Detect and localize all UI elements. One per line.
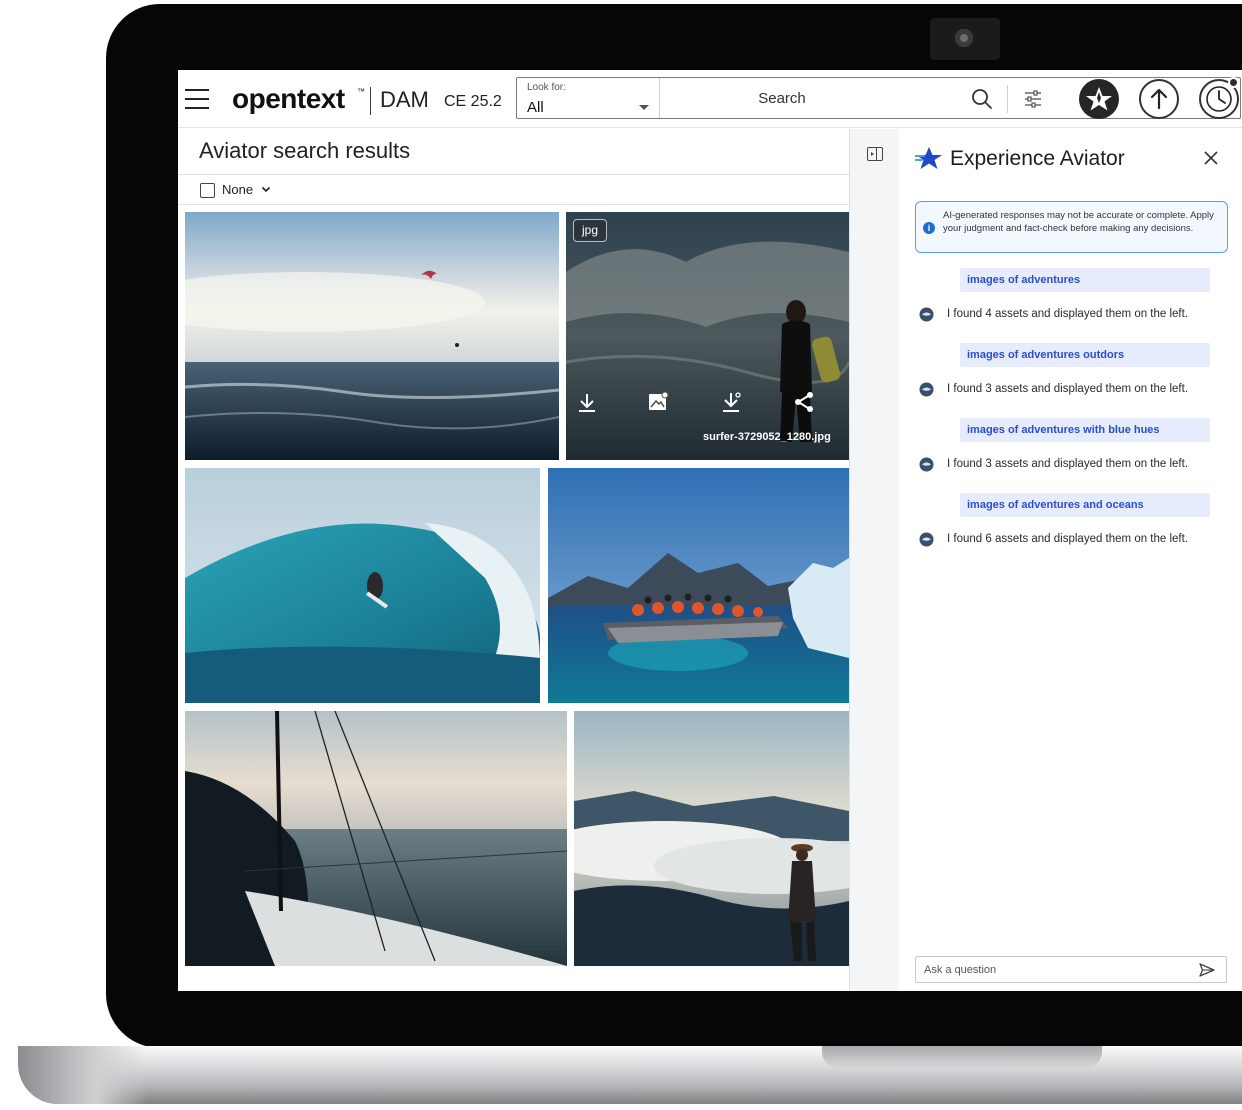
search-separator xyxy=(1007,85,1008,113)
rib-boat-photo xyxy=(548,468,849,703)
file-type-badge: jpg xyxy=(573,219,608,242)
assistant-reply-text: I found 3 assets and displayed them on t… xyxy=(947,383,1189,395)
ask-question-box xyxy=(915,956,1227,983)
look-for-label: Look for: xyxy=(527,82,566,93)
aviator-avatar-icon xyxy=(919,532,934,547)
assistant-reply-text: I found 3 assets and displayed them on t… xyxy=(947,458,1189,470)
laptop-mockup: opentext ™ DAM CE 25.2 Look for: All Sea… xyxy=(0,0,1242,1110)
ai-disclaimer-text: AI-generated responses may not be accura… xyxy=(943,210,1214,234)
asset-thumbnail-hiker-clouds[interactable] xyxy=(574,711,849,966)
aviator-button[interactable] xyxy=(1079,79,1119,119)
upload-button[interactable] xyxy=(1139,79,1179,119)
search-input[interactable] xyxy=(667,84,897,112)
ai-disclaimer: i AI-generated responses may not be accu… xyxy=(915,201,1228,253)
user-query[interactable]: images of adventures with blue hues xyxy=(960,418,1210,442)
asset-filename: surfer-3729052_1280.jpg xyxy=(703,431,831,443)
user-query[interactable]: images of adventures xyxy=(960,268,1210,292)
asset-thumbnail-rib-boat[interactable] xyxy=(548,468,849,703)
look-for-value: All xyxy=(527,99,544,116)
grid-divider xyxy=(178,204,849,205)
hover-overlay xyxy=(566,212,849,460)
hiker-clouds-photo xyxy=(574,711,849,966)
asset-thumbnail-sailboat[interactable] xyxy=(185,711,567,966)
webcam xyxy=(930,18,1000,60)
hamburger-menu-icon[interactable] xyxy=(185,89,209,109)
user-query[interactable]: images of adventures and oceans xyxy=(960,493,1210,517)
chevron-down-icon xyxy=(261,186,271,193)
collapse-panel-icon[interactable] xyxy=(867,147,883,161)
brand-separator xyxy=(370,87,371,115)
kite-surfing-photo xyxy=(185,212,559,460)
search-icon[interactable] xyxy=(969,86,995,112)
brand-trademark: ™ xyxy=(357,87,365,96)
aviator-panel: Experience Aviator i AI-generated respon… xyxy=(900,129,1242,991)
search-bar: Look for: All xyxy=(516,77,1241,119)
app-screen: opentext ™ DAM CE 25.2 Look for: All Sea… xyxy=(178,70,1242,991)
assistant-reply-text: I found 6 assets and displayed them on t… xyxy=(947,533,1189,545)
select-all-checkbox[interactable] xyxy=(200,183,215,198)
app-name: DAM xyxy=(380,87,429,112)
image-preview-icon[interactable] xyxy=(646,390,670,414)
send-icon[interactable] xyxy=(1198,962,1216,978)
wave-surfer-photo xyxy=(185,468,540,703)
info-icon: i xyxy=(923,222,935,234)
top-bar: opentext ™ DAM CE 25.2 Look for: All xyxy=(178,70,1242,128)
user-query[interactable]: images of adventures outdors xyxy=(960,343,1210,367)
look-for-dropdown[interactable]: Look for: All xyxy=(517,78,660,118)
share-icon[interactable] xyxy=(792,390,816,414)
assistant-reply-text: I found 4 assets and displayed them on t… xyxy=(947,308,1189,320)
aviator-avatar-icon xyxy=(919,457,934,472)
upload-icon xyxy=(1150,88,1168,110)
results-title: Aviator search results xyxy=(199,138,411,163)
asset-thumbnail-surfer[interactable]: jpg surfer-3729052_1280.jpg xyxy=(566,212,849,460)
brand-logo: opentext xyxy=(232,83,345,114)
aviator-avatar-icon xyxy=(919,382,934,397)
notification-dot xyxy=(1228,77,1239,88)
aviator-avatar-icon xyxy=(919,307,934,322)
results-divider xyxy=(178,174,849,175)
asset-thumbnail-kite-surfing[interactable] xyxy=(185,212,559,460)
download-renditions-icon[interactable] xyxy=(719,390,743,414)
app-version: CE 25.2 xyxy=(444,93,502,110)
aviator-side-strip xyxy=(849,129,899,991)
selection-label: None xyxy=(222,182,254,197)
download-icon[interactable] xyxy=(575,390,599,414)
aviator-icon xyxy=(1086,87,1112,111)
close-icon[interactable] xyxy=(1203,150,1219,166)
sailboat-photo xyxy=(185,711,567,966)
laptop-hinge-notch xyxy=(822,1046,1102,1068)
ask-question-input[interactable] xyxy=(924,961,1186,979)
filter-settings-icon[interactable] xyxy=(1021,87,1045,111)
aviator-panel-title: Experience Aviator xyxy=(950,147,1125,170)
asset-thumbnail-wave-surfer[interactable] xyxy=(185,468,540,703)
aviator-logo-icon xyxy=(915,147,942,169)
caret-down-icon xyxy=(639,105,649,110)
